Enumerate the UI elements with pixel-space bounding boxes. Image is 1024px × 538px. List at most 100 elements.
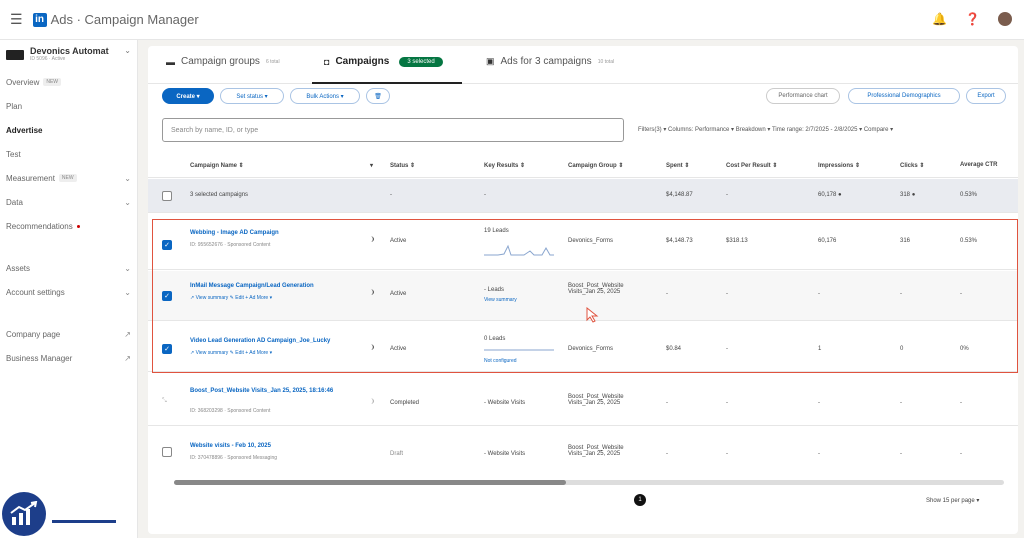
sidebar-item-account-settings[interactable]: Account settings ⌄ [0,280,137,304]
campaign-icon: ◘ [324,56,330,67]
external-link-icon: ↗ [124,329,131,339]
column-header-status[interactable]: Status ⇕ [390,162,415,169]
filters-bar[interactable]: Filters(3) ▾ Columns: Performance ▾ Brea… [638,126,893,133]
tab-ads[interactable]: ▣ Ads for 3 campaigns 10 total [486,56,614,67]
performance-chart-button[interactable]: Performance chart [766,88,840,104]
sidebar-item-recommendations[interactable]: Recommendations [0,214,137,238]
account-icon [6,50,24,60]
column-header-name[interactable]: Campaign Name ⇕ [190,162,244,169]
mouse-cursor-icon [586,307,599,323]
table-row[interactable]: ✓ Webbing - Image AD Campaign ID: 955652… [148,220,1018,270]
table-row[interactable]: Website visits - Feb 10, 2025 ID: 370478… [148,427,1018,477]
export-button[interactable]: Export [966,88,1006,104]
create-button[interactable]: Create ▾ [162,88,214,104]
table-row[interactable]: ✓ InMail Message Campaign/Lead Generatio… [148,271,1018,323]
new-badge: NEW [43,78,62,86]
folder-icon: ▬ [166,56,175,67]
row-checkbox[interactable]: ✓ [162,240,172,250]
campaign-name-link[interactable]: Video Lead Generation AD Campaign_Joe_Lu… [190,338,330,344]
summary-row: 3 selected campaigns - - $4,148.87 - 60,… [148,179,1018,213]
bulk-actions-button[interactable]: Bulk Actions ▾ [290,88,360,104]
notification-dot [76,224,80,228]
horizontal-scrollbar[interactable] [174,480,566,485]
campaign-name-link[interactable]: Website visits - Feb 10, 2025 [190,443,271,449]
top-bar: ☰ in Ads · Campaign Manager 🔔 ❓ [0,0,1024,40]
external-link-icon: ↗ [124,353,131,363]
sidebar-item-assets[interactable]: Assets ⌄ [0,256,137,280]
tab-campaign-groups[interactable]: ▬ Campaign groups 6 total [166,56,280,67]
tab-campaigns[interactable]: ◘ Campaigns 3 selected [324,56,443,67]
table-row[interactable]: ⤡ Boost_Post_Website Visits_Jan 25, 2025… [148,376,1018,426]
table-header: Campaign Name ⇕ ▾ Status ⇕ Key Results ⇕… [148,154,1018,178]
sidebar: Devonics Automat ID 5096 · Active ⌄ Over… [0,40,138,538]
account-name: Devonics Automat [30,46,109,56]
sidebar-item-company-page[interactable]: Company page ↗ [0,322,137,346]
selected-count-pill[interactable]: 3 selected [399,56,443,67]
campaign-name-link[interactable]: Webbing - Image AD Campaign [190,230,279,236]
search-input[interactable]: Search by name, ID, or type [162,118,624,142]
sidebar-item-advertise[interactable]: Advertise [0,118,137,142]
column-header-clicks[interactable]: Clicks ⇕ [900,162,924,169]
active-tab-underline [312,82,462,84]
delete-button[interactable]: 🗑 [366,88,390,104]
column-header-group[interactable]: Campaign Group ⇕ [568,162,623,169]
chevron-down-icon: ⌄ [124,197,131,207]
key-results-sparkline [484,244,554,256]
sidebar-item-measurement[interactable]: Measurement NEW ⌄ [0,166,137,190]
toolbar: Create ▾ Set status ▾ Bulk Actions ▾ 🗑 P… [162,88,1012,106]
column-menu-icon[interactable]: ▾ [370,162,373,169]
set-status-button[interactable]: Set status ▾ [220,88,284,104]
brand-chart-logo [2,492,46,536]
account-switcher[interactable]: Devonics Automat ID 5096 · Active ⌄ [0,40,137,70]
view-summary-link[interactable]: View summary [484,297,517,303]
info-icon[interactable]: ● [838,192,842,198]
row-checkbox[interactable]: ✓ [162,344,172,354]
drag-handle-icon[interactable]: ⤡ [162,398,167,405]
account-sub: ID 5096 · Active [30,56,66,62]
new-badge: NEW [58,174,77,182]
brand-underline [52,520,116,523]
row-checkbox[interactable] [162,447,172,457]
demographics-button[interactable]: Professional Demographics [848,88,960,104]
row-expand-icon[interactable]: ❩ [370,344,375,351]
ads-icon: ▣ [486,56,495,66]
chevron-down-icon: ⌄ [124,173,131,183]
sidebar-item-plan[interactable]: Plan [0,94,137,118]
chevron-down-icon: ⌄ [124,287,131,297]
row-checkbox[interactable]: ✓ [162,291,172,301]
select-all-checkbox[interactable] [162,191,172,201]
chevron-down-icon[interactable]: ⌄ [124,46,131,55]
row-actions[interactable]: ↗ View summary ✎ Edit + Ad More ▾ [190,350,272,356]
key-results-sparkline [484,349,554,351]
sidebar-item-test[interactable]: Test [0,142,137,166]
campaign-name-link[interactable]: Boost_Post_Website Visits_Jan 25, 2025, … [190,388,368,394]
sidebar-item-data[interactable]: Data ⌄ [0,190,137,214]
page-number-button[interactable]: 1 [634,494,646,506]
per-page-select[interactable]: Show 15 per page ▾ [926,497,979,504]
linkedin-logo[interactable]: in [32,12,47,27]
not-configured-link[interactable]: Not configured [484,358,517,364]
main-panel: ▬ Campaign groups 6 total ◘ Campaigns 3 … [148,46,1018,534]
row-expand-icon[interactable]: ❩ [370,398,375,405]
chevron-down-icon: ⌄ [124,263,131,273]
row-expand-icon[interactable]: ❩ [370,236,375,243]
avatar[interactable] [998,12,1012,26]
column-header-spent[interactable]: Spent ⇕ [666,162,689,169]
tab-bar: ▬ Campaign groups 6 total ◘ Campaigns 3 … [148,46,1018,84]
column-header-key-results[interactable]: Key Results ⇕ [484,162,525,169]
campaign-name-link[interactable]: InMail Message Campaign/Lead Generation [190,283,314,289]
sidebar-item-overview[interactable]: Overview NEW [0,70,137,94]
bell-icon[interactable]: 🔔 [932,12,947,26]
column-header-impressions[interactable]: Impressions ⇕ [818,162,860,169]
row-actions[interactable]: ↗ View summary ✎ Edit + Ad More ▾ [190,295,272,301]
help-icon[interactable]: ❓ [965,12,980,26]
column-header-ctr[interactable]: Average CTR [960,162,997,168]
app-title: Ads · Campaign Manager [50,12,199,27]
column-header-cpr[interactable]: Cost Per Result ⇕ [726,162,777,169]
sidebar-item-business-manager[interactable]: Business Manager ↗ [0,346,137,370]
table-row[interactable]: ✓ Video Lead Generation AD Campaign_Joe_… [148,322,1018,372]
row-expand-icon[interactable]: ❩ [370,289,375,296]
info-icon[interactable]: ● [912,192,916,198]
menu-icon[interactable]: ☰ [10,11,23,28]
